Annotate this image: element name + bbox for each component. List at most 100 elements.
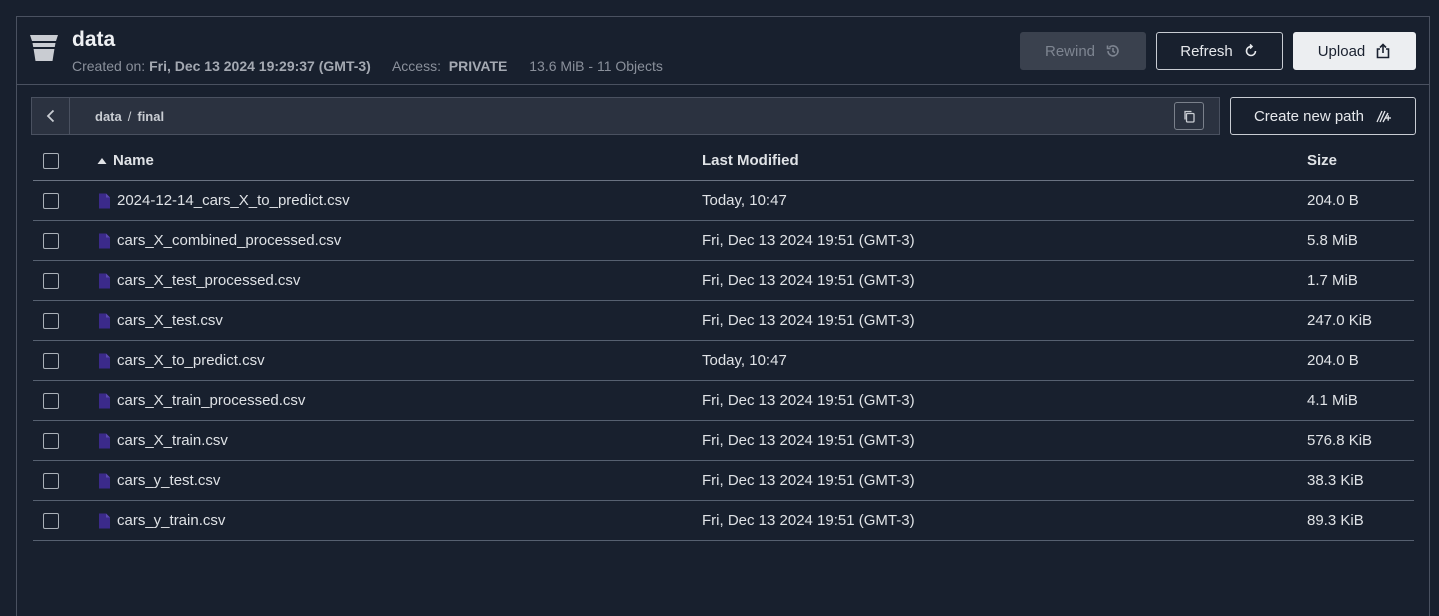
chevron-left-icon	[46, 109, 54, 123]
file-name[interactable]: cars_X_train_processed.csv	[117, 392, 305, 409]
table-row[interactable]: cars_X_test_processed.csv Fri, Dec 13 20…	[33, 261, 1414, 301]
bucket-header: data Created on: Fri, Dec 13 2024 19:29:…	[17, 17, 1429, 85]
rewind-button[interactable]: Rewind	[1020, 32, 1146, 70]
path-bar: data / final	[31, 97, 1220, 135]
table-row[interactable]: cars_X_train_processed.csv Fri, Dec 13 2…	[33, 381, 1414, 421]
size-cell: 204.0 B	[1307, 352, 1359, 369]
row-checkbox[interactable]	[43, 312, 59, 329]
last-modified-cell: Today, 10:47	[702, 352, 787, 369]
last-modified-cell: Fri, Dec 13 2024 19:51 (GMT-3)	[702, 272, 915, 289]
file-name[interactable]: cars_X_train.csv	[117, 432, 228, 449]
file-name[interactable]: 2024-12-14_cars_X_to_predict.csv	[117, 192, 350, 209]
breadcrumb-current[interactable]: final	[137, 109, 164, 124]
last-modified-cell: Fri, Dec 13 2024 19:51 (GMT-3)	[702, 312, 915, 329]
file-icon	[99, 193, 110, 208]
row-checkbox[interactable]	[43, 272, 59, 289]
history-icon	[1106, 45, 1119, 57]
access-label: Access:	[391, 58, 441, 74]
column-name-header[interactable]: Name	[97, 152, 154, 169]
column-name-label: Name	[113, 152, 154, 169]
refresh-icon	[1245, 43, 1257, 57]
back-button[interactable]	[32, 98, 70, 134]
select-all-checkbox[interactable]	[43, 152, 59, 169]
file-name-cell: cars_X_combined_processed.csv	[97, 232, 341, 249]
row-checkbox[interactable]	[43, 392, 59, 409]
table-row[interactable]: 2024-12-14_cars_X_to_predict.csv Today, …	[33, 181, 1414, 221]
column-size-header[interactable]: Size	[1307, 152, 1337, 169]
create-new-path-label: Create new path	[1253, 107, 1365, 125]
table-row[interactable]: cars_y_test.csv Fri, Dec 13 2024 19:51 (…	[33, 461, 1414, 501]
row-checkbox[interactable]	[43, 432, 59, 449]
upload-label: Upload	[1317, 42, 1366, 60]
file-name-cell: 2024-12-14_cars_X_to_predict.csv	[97, 192, 350, 209]
refresh-button[interactable]: Refresh	[1156, 32, 1283, 70]
bucket-usage: 13.6 MiB - 11 Objects	[529, 58, 663, 74]
row-checkbox[interactable]	[43, 352, 59, 369]
table-row[interactable]: cars_X_train.csv Fri, Dec 13 2024 19:51 …	[33, 421, 1414, 461]
size-cell: 5.8 MiB	[1307, 232, 1358, 249]
table-row[interactable]: cars_X_combined_processed.csv Fri, Dec 1…	[33, 221, 1414, 261]
bucket-icon	[30, 35, 58, 61]
size-cell: 4.1 MiB	[1307, 392, 1358, 409]
object-table: Name Last Modified Size 2024-12-14_cars_…	[33, 141, 1414, 541]
table-row[interactable]: cars_X_test.csv Fri, Dec 13 2024 19:51 (…	[33, 301, 1414, 341]
size-cell: 38.3 KiB	[1307, 472, 1364, 489]
last-modified-cell: Fri, Dec 13 2024 19:51 (GMT-3)	[702, 232, 915, 249]
file-name[interactable]: cars_y_train.csv	[117, 512, 225, 529]
size-cell: 1.7 MiB	[1307, 272, 1358, 289]
size-cell: 204.0 B	[1307, 192, 1359, 209]
row-checkbox[interactable]	[43, 192, 59, 209]
upload-icon	[1376, 43, 1390, 59]
file-name[interactable]: cars_X_test.csv	[117, 312, 223, 329]
file-icon	[99, 313, 110, 328]
bucket-panel: data Created on: Fri, Dec 13 2024 19:29:…	[16, 16, 1430, 616]
breadcrumb-separator: /	[127, 109, 132, 124]
bucket-meta: Created on: Fri, Dec 13 2024 19:29:37 (G…	[72, 58, 663, 74]
new-path-icon	[1376, 110, 1392, 123]
file-name-cell: cars_y_test.csv	[97, 472, 220, 489]
table-row[interactable]: cars_y_train.csv Fri, Dec 13 2024 19:51 …	[33, 501, 1414, 541]
last-modified-cell: Fri, Dec 13 2024 19:51 (GMT-3)	[702, 392, 915, 409]
file-name-cell: cars_X_to_predict.csv	[97, 352, 265, 369]
file-icon	[99, 473, 110, 488]
refresh-label: Refresh	[1180, 42, 1233, 60]
file-name-cell: cars_X_test_processed.csv	[97, 272, 300, 289]
file-name[interactable]: cars_X_combined_processed.csv	[117, 232, 341, 249]
access-value: PRIVATE	[448, 58, 508, 74]
size-cell: 247.0 KiB	[1307, 312, 1373, 329]
breadcrumb: data / final	[95, 109, 164, 124]
file-icon	[99, 513, 110, 528]
file-name-cell: cars_X_test.csv	[97, 312, 223, 329]
size-cell: 576.8 KiB	[1307, 432, 1373, 449]
sort-asc-icon	[97, 157, 107, 164]
row-checkbox[interactable]	[43, 512, 59, 529]
file-name-cell: cars_X_train.csv	[97, 432, 228, 449]
upload-button[interactable]: Upload	[1293, 32, 1416, 70]
created-value: Fri, Dec 13 2024 19:29:37 (GMT-3)	[149, 58, 371, 74]
row-checkbox[interactable]	[43, 232, 59, 249]
last-modified-cell: Fri, Dec 13 2024 19:51 (GMT-3)	[702, 472, 915, 489]
file-icon	[99, 273, 110, 288]
last-modified-cell: Today, 10:47	[702, 192, 787, 209]
copy-path-button[interactable]	[1174, 102, 1204, 130]
file-icon	[99, 233, 110, 248]
table-row[interactable]: cars_X_to_predict.csv Today, 10:47 204.0…	[33, 341, 1414, 381]
file-icon	[99, 353, 110, 368]
file-icon	[99, 393, 110, 408]
file-name-cell: cars_y_train.csv	[97, 512, 225, 529]
create-new-path-button[interactable]: Create new path	[1230, 97, 1416, 135]
size-cell: 89.3 KiB	[1307, 512, 1364, 529]
file-name[interactable]: cars_X_test_processed.csv	[117, 272, 300, 289]
rewind-label: Rewind	[1044, 42, 1096, 60]
row-checkbox[interactable]	[43, 472, 59, 489]
last-modified-cell: Fri, Dec 13 2024 19:51 (GMT-3)	[702, 432, 915, 449]
bucket-title: data	[72, 28, 116, 51]
breadcrumb-root[interactable]: data	[95, 109, 122, 124]
created-label: Created on:	[72, 58, 146, 74]
file-name[interactable]: cars_X_to_predict.csv	[117, 352, 265, 369]
table-header: Name Last Modified Size	[33, 141, 1414, 181]
file-name-cell: cars_X_train_processed.csv	[97, 392, 305, 409]
last-modified-cell: Fri, Dec 13 2024 19:51 (GMT-3)	[702, 512, 915, 529]
column-modified-header[interactable]: Last Modified	[702, 152, 799, 169]
file-name[interactable]: cars_y_test.csv	[117, 472, 220, 489]
